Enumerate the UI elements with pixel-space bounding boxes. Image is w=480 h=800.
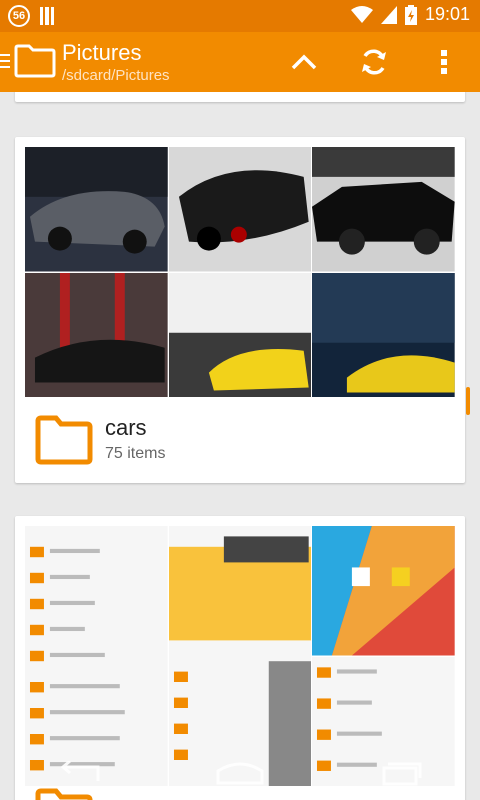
status-bar: 56 19:01: [0, 0, 480, 32]
thumbnail-1: [25, 147, 168, 272]
folder-name: cars: [105, 415, 147, 440]
back-button[interactable]: [50, 753, 110, 793]
current-path: /sdcard/Pictures: [62, 67, 170, 84]
navigation-bar: [0, 745, 480, 800]
scrollbar-thumb[interactable]: [466, 387, 470, 415]
thumbnail-4: [25, 272, 168, 397]
thumbnail-grid: [25, 147, 455, 397]
refresh-button[interactable]: [358, 46, 390, 78]
battery-icon: [404, 4, 417, 25]
menu-drawer-icon[interactable]: [0, 54, 10, 68]
thumbnail-6: [312, 272, 455, 397]
recents-icon: [382, 762, 422, 785]
navigate-up-button[interactable]: [288, 46, 320, 78]
barcode-notification-icon: [40, 7, 54, 25]
thumbnail-2: [168, 147, 312, 272]
recents-button[interactable]: [370, 753, 430, 793]
thumbnail-3: [312, 147, 455, 272]
chevron-up-icon: [291, 54, 317, 70]
more-vert-icon: [441, 50, 447, 74]
folder-icon[interactable]: [14, 44, 56, 78]
thumbnail-3: [312, 526, 455, 656]
back-icon: [60, 760, 100, 781]
home-button[interactable]: [210, 753, 270, 793]
folder-item-count: 75 items: [105, 445, 166, 462]
app-bar: Pictures /sdcard/Pictures: [0, 32, 480, 92]
folder-card-cars[interactable]: cars 75 items: [15, 137, 465, 483]
page-title: Pictures: [62, 40, 142, 65]
home-icon: [216, 762, 264, 784]
clock: 19:01: [424, 4, 470, 24]
folder-card-footer[interactable]: cars 75 items: [15, 399, 465, 483]
thumbnail-5: [168, 272, 312, 397]
folder-icon: [35, 415, 93, 465]
overflow-menu-button[interactable]: [428, 46, 460, 78]
notification-badge: 56: [8, 5, 30, 27]
folder-card-previous[interactable]: [15, 92, 465, 102]
cell-signal-icon: [380, 5, 397, 24]
refresh-icon: [362, 49, 386, 75]
folder-list[interactable]: cars 75 items: [0, 92, 480, 800]
wifi-icon: [350, 5, 373, 23]
